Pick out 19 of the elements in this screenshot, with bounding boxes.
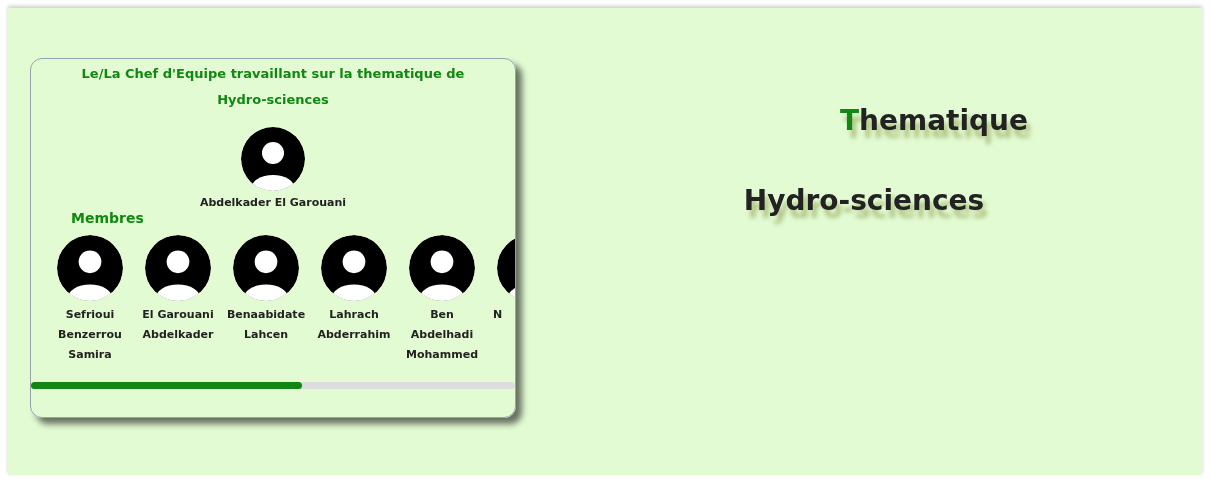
theme-title: Hydro-sciences [743, 183, 985, 219]
member-name: Sefrioui Benzerrou Samira [57, 306, 123, 363]
section-heading: Thematique [839, 103, 1029, 139]
user-avatar-icon [409, 234, 475, 301]
user-avatar-icon [145, 234, 211, 301]
user-avatar-icon [57, 234, 123, 301]
member-name: Ben Abdelhadi Mohammed [405, 306, 479, 363]
card-title: Le/La Chef d'Equipe travaillant sur la thematique de Hydro-sciences [80, 65, 466, 109]
members-heading: Membres [71, 208, 144, 228]
member-name: El Garouani Abdelkader [141, 306, 215, 343]
scroll-track[interactable] [31, 382, 515, 389]
member-name: N [492, 306, 504, 323]
user-avatar-icon [233, 234, 299, 301]
user-avatar-icon [321, 234, 387, 301]
member-name: Benaabidate Lahcen [225, 306, 307, 343]
leader-name: Abdelkader El Garouani [199, 195, 347, 211]
scroll-thumb[interactable] [31, 382, 303, 389]
member-name: Lahrach Abderrahim [316, 306, 392, 343]
user-avatar-icon [241, 127, 305, 191]
